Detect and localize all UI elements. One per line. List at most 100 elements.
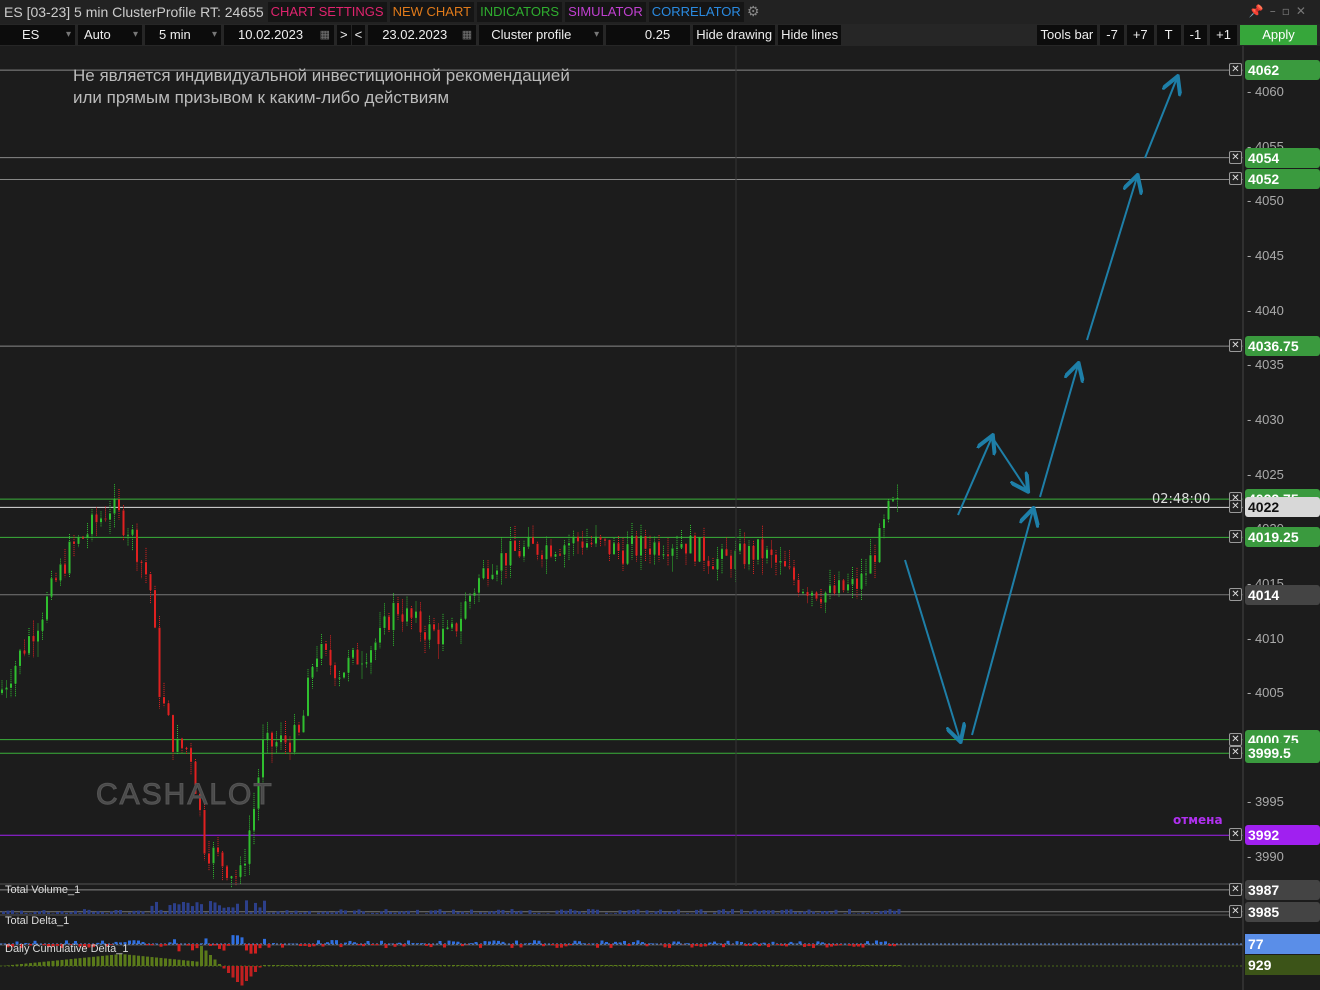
volume-bar [2, 911, 5, 914]
hide-lines-button[interactable]: Hide lines [778, 25, 842, 45]
cum-delta-bar [290, 965, 293, 966]
volume-bar [42, 910, 46, 914]
candle-body [838, 580, 840, 594]
remove-level-icon[interactable]: ✕ [1229, 732, 1242, 746]
menu-new-chart[interactable]: NEW CHART [389, 2, 475, 22]
volume-bar [317, 912, 320, 914]
remove-level-icon[interactable]: ✕ [1229, 63, 1242, 77]
plus-7-button[interactable]: +7 [1126, 25, 1154, 45]
cum-delta-bar [339, 965, 343, 966]
prev-button[interactable]: < [351, 25, 366, 45]
forecast-arrow [1086, 177, 1137, 341]
cum-delta-bar [753, 965, 757, 966]
remove-level-icon[interactable]: ✕ [1229, 150, 1242, 164]
timeframe-select[interactable]: 5 min [145, 25, 221, 45]
candle-body [181, 738, 183, 748]
cum-delta-bar [510, 965, 514, 966]
remove-level-icon[interactable]: ✕ [1229, 530, 1242, 544]
menu-chart-settings[interactable]: CHART SETTINGS [267, 2, 387, 22]
cum-delta-bar [389, 965, 392, 966]
candle-body [64, 564, 66, 574]
symbol-select[interactable]: ES [0, 25, 75, 45]
cum-delta-bar [488, 965, 491, 966]
volume-bar [335, 911, 338, 914]
volume-bar [339, 909, 343, 914]
candle-body [167, 703, 170, 716]
cum-delta-bar [303, 965, 307, 966]
remove-level-icon[interactable]: ✕ [1229, 904, 1242, 918]
candle-body [235, 876, 237, 878]
date-from-input[interactable]: 10.02.2023 ▦ [224, 25, 334, 45]
volume-bar [218, 905, 221, 914]
volume-bar [866, 913, 869, 914]
cum-delta-bar [6, 965, 10, 966]
cum-delta-bar [335, 965, 338, 966]
calendar-icon[interactable]: ▦ [320, 25, 330, 45]
candle-body [662, 554, 665, 556]
delta-bar [528, 942, 532, 944]
settings-gear-icon[interactable]: ⚙ [747, 4, 760, 20]
price-level-label: 4036.75 [1245, 336, 1320, 357]
candle-body [86, 534, 89, 539]
cum-delta-bar [852, 965, 856, 966]
volume-bar [623, 912, 626, 914]
apply-button[interactable]: Apply [1240, 25, 1317, 45]
delta-bar [578, 941, 581, 944]
delta-bar [668, 944, 671, 948]
candle-body [842, 580, 845, 591]
minus-7-button[interactable]: -7 [1100, 25, 1124, 45]
volume-bar [254, 902, 257, 914]
window-controls[interactable]: 📌–▫✕ [1249, 4, 1312, 18]
candle-body [428, 624, 431, 640]
delta-bar [245, 944, 248, 951]
candle-body [482, 568, 485, 579]
delta-bar [789, 941, 793, 944]
candle-body [802, 591, 804, 593]
delta-bar [798, 941, 802, 944]
hide-drawing-button[interactable]: Hide drawing [693, 25, 776, 45]
plus-1-button[interactable]: +1 [1210, 25, 1237, 45]
remove-level-icon[interactable]: ✕ [1229, 587, 1242, 601]
tools-bar-button[interactable]: Tools bar [1036, 25, 1098, 45]
cum-delta-bar [119, 954, 122, 966]
candle-body [109, 513, 111, 520]
minus-1-button[interactable]: -1 [1183, 25, 1208, 45]
cum-delta-bar [555, 965, 559, 966]
menu-indicators[interactable]: INDICATORS [477, 2, 563, 22]
remove-level-icon[interactable]: ✕ [1229, 172, 1242, 186]
mode-select[interactable]: Auto [78, 25, 142, 45]
cum-delta-bar [402, 965, 406, 966]
volume-bar [204, 912, 208, 914]
remove-level-icon[interactable]: ✕ [1229, 882, 1242, 896]
candle-body [73, 541, 75, 544]
t-button[interactable]: T [1156, 25, 1181, 45]
cum-delta-bar [731, 965, 734, 966]
menu-simulator[interactable]: SIMULATOR [565, 2, 646, 22]
cum-delta-bar [582, 965, 586, 966]
volume-bar [614, 913, 617, 914]
next-button[interactable]: > [337, 25, 351, 45]
remove-level-icon[interactable]: ✕ [1229, 339, 1242, 353]
candle-body [41, 619, 44, 631]
remove-level-icon[interactable]: ✕ [1229, 828, 1242, 842]
volume-bar [222, 907, 226, 914]
volume-bar [785, 909, 788, 914]
price-chart[interactable] [0, 46, 1320, 990]
chart-type-select[interactable]: Cluster profile [479, 25, 604, 45]
candle-body [446, 627, 449, 630]
date-to-input[interactable]: 23.02.2023 ▦ [368, 25, 477, 45]
date-from-value: 10.02.2023 [238, 27, 304, 42]
delta-bar [753, 942, 757, 944]
menu-correlator[interactable]: CORRELATOR [648, 2, 744, 22]
remove-level-icon[interactable]: ✕ [1229, 500, 1242, 514]
cum-delta-bar [186, 960, 190, 966]
cum-delta-bar [123, 954, 127, 966]
tick-size-stepper[interactable]: 0.25 [606, 25, 691, 45]
candle-body [721, 549, 723, 559]
volume-bar [227, 907, 230, 914]
cum-delta-bar [164, 958, 167, 966]
cum-delta-bar [204, 950, 208, 966]
calendar-icon[interactable]: ▦ [462, 25, 472, 45]
volume-bar [15, 913, 19, 914]
remove-level-icon[interactable]: ✕ [1229, 746, 1242, 760]
